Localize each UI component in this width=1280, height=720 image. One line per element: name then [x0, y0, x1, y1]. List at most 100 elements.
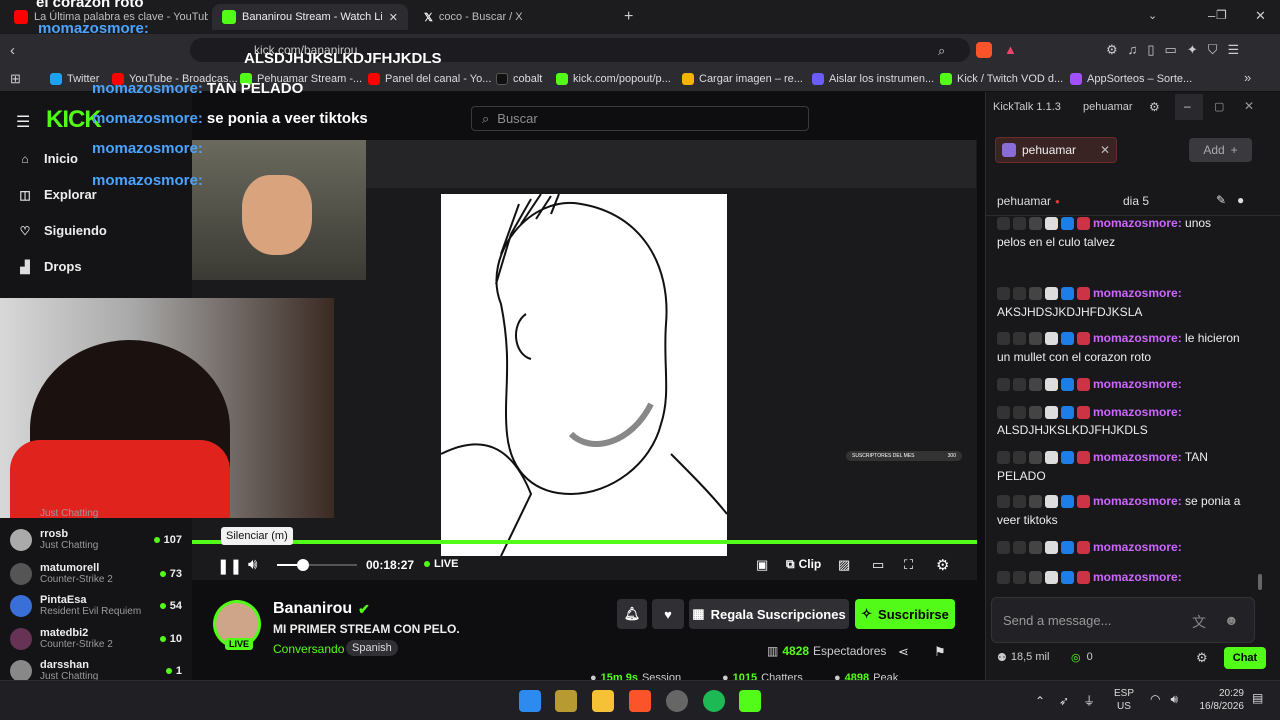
zoom-icon[interactable]: ⌕ — [938, 43, 945, 59]
translate-icon[interactable]: 文 — [1192, 612, 1206, 632]
emote-icon[interactable]: ☻ — [1224, 612, 1239, 628]
nav-explorar[interactable]: ◫ Explorar — [18, 187, 96, 202]
followed-channel-row[interactable]: matedbi2 Counter-Strike 2 10 — [10, 627, 182, 650]
settings-gear-icon[interactable]: ⚙ — [936, 556, 949, 574]
live-indicator[interactable]: LIVE — [424, 558, 458, 570]
kicktalk-settings-icon[interactable]: ⚙ — [1149, 100, 1160, 114]
add-channel-button[interactable]: Add + — [1189, 138, 1252, 162]
chat-username[interactable]: momazosmore: — [1093, 570, 1182, 584]
tab-x[interactable]: 𝕏 coco - Buscar / X — [414, 4, 614, 30]
new-tab-icon[interactable]: + — [624, 8, 633, 26]
bookmark-item[interactable]: cobalt — [496, 70, 542, 88]
extension-icons[interactable]: ⚙♫▯▭✦⛉☰ — [1106, 42, 1249, 58]
chat-username[interactable]: momazosmore: — [1093, 286, 1182, 300]
stream-title: MI PRIMER STREAM CON PELO. — [273, 622, 460, 636]
chat-message[interactable]: momazosmore: — [997, 375, 1242, 394]
chat-button[interactable]: Chat — [1224, 647, 1266, 669]
app-icon[interactable] — [555, 690, 577, 712]
followed-channel-row[interactable]: matumorell Counter-Strike 2 73 — [10, 562, 182, 585]
kicktalk-user[interactable]: pehuamar — [1083, 101, 1133, 113]
input-language[interactable]: ESP US — [1114, 687, 1134, 713]
chat-message[interactable]: momazosmore: le hicieron un mullet con e… — [997, 329, 1242, 367]
chat-username[interactable]: momazosmore: — [1093, 216, 1182, 230]
more-bookmarks-icon[interactable]: » — [1244, 70, 1251, 85]
search-input[interactable]: ⌕ Buscar — [471, 106, 809, 131]
chat-message[interactable]: momazosmore: se ponia a veer tiktoks — [997, 492, 1242, 530]
video-progress-bar[interactable] — [192, 540, 977, 544]
streamer-name[interactable]: Bananirou ✔ — [273, 600, 370, 618]
notifications-icon[interactable]: ▤ — [1252, 691, 1263, 705]
chat-message[interactable]: momazosmore: unos pelos en el culo talve… — [997, 214, 1242, 252]
miniplayer-icon[interactable]: ▭ — [872, 557, 884, 573]
notification-bell-button[interactable]: 🔔︎ — [617, 599, 647, 629]
stream-category[interactable]: Conversando — [273, 642, 344, 656]
captions-icon[interactable]: ▨ — [838, 557, 850, 573]
close-window-icon[interactable]: ✕ — [1255, 8, 1266, 24]
bookmark-item[interactable]: kick.com/popout/p... — [556, 70, 671, 88]
tab-kick[interactable]: Bananirou Stream - Watch Liv ✕ — [212, 4, 408, 30]
chat-scrollbar[interactable] — [1258, 574, 1262, 590]
chat-message[interactable]: ALSDJHJKSLKDJFHJKDLS — [997, 421, 1242, 440]
brave-rewards-icon[interactable]: ▲ — [1004, 42, 1017, 57]
kick-app-icon[interactable] — [739, 690, 761, 712]
chat-username[interactable]: momazosmore: — [1093, 405, 1182, 419]
clock[interactable]: 20:29 16/8/2026 — [1196, 687, 1245, 713]
nav-siguiendo[interactable]: ♡ Siguiendo — [18, 223, 107, 238]
system-tray-icons[interactable]: ⌃➶⏚ — [1035, 692, 1109, 709]
followed-channel-row[interactable]: rrosb Just Chatting 107 — [10, 528, 182, 551]
user-icon[interactable]: ● — [1237, 193, 1244, 207]
volume-slider-handle[interactable] — [297, 559, 309, 571]
chat-message[interactable]: momazosmore: — [997, 284, 1242, 303]
close-icon[interactable]: ✕ — [1244, 99, 1254, 113]
pin-icon[interactable]: ✎ — [1216, 193, 1226, 207]
windows-start-icon[interactable] — [519, 690, 541, 712]
file-explorer-icon[interactable] — [592, 690, 614, 712]
maximize-icon[interactable]: ▢ — [1214, 100, 1224, 113]
bookmark-item[interactable]: Cargar imagen – re... — [682, 70, 803, 88]
chat-settings-icon[interactable]: ⚙ — [1196, 650, 1208, 666]
brave-browser-icon[interactable] — [629, 690, 651, 712]
apps-grid-icon[interactable]: ⊞ — [10, 71, 21, 87]
pause-icon[interactable]: ❚❚ — [217, 557, 242, 575]
chat-username[interactable]: momazosmore: — [1093, 331, 1182, 345]
chat-message[interactable]: AKSJHDSJKDJHFDJKSLA — [997, 303, 1242, 322]
brave-shield-icon[interactable] — [976, 42, 992, 58]
bookmark-item[interactable]: Kick / Twitch VOD d... — [940, 70, 1063, 88]
chat-username[interactable]: momazosmore: — [1093, 540, 1182, 554]
menu-icon[interactable]: ☰ — [16, 112, 30, 132]
back-icon[interactable]: ‹ — [10, 42, 15, 59]
theater-mode-icon[interactable]: ▣ — [756, 557, 768, 573]
chat-message[interactable]: momazosmore: — [997, 403, 1242, 422]
maximize-icon[interactable]: ❐ — [1216, 8, 1227, 22]
obs-icon[interactable] — [666, 690, 688, 712]
spotify-icon[interactable] — [703, 690, 725, 712]
network-volume-icons[interactable]: ◠🔊︎ — [1150, 692, 1188, 707]
chat-username[interactable]: momazosmore: — [1093, 450, 1182, 464]
share-icon[interactable]: ⋖ — [898, 644, 909, 660]
minimize-icon[interactable]: – — [1184, 99, 1191, 113]
chat-message[interactable]: momazosmore: — [997, 538, 1242, 557]
clip-button[interactable]: ⧉ Clip — [786, 557, 821, 572]
chevron-down-icon[interactable]: ⌄ — [1148, 9, 1157, 22]
close-tab-icon[interactable]: ✕ — [389, 11, 398, 24]
chat-message[interactable]: momazosmore: TAN PELADO — [997, 448, 1242, 486]
channel-tab[interactable]: pehuamar ✕ — [995, 137, 1117, 163]
report-icon[interactable]: ⚑ — [934, 644, 946, 660]
followed-channel-row[interactable]: PintaEsa Resident Evil Requiem 54 — [10, 594, 182, 617]
gift-subs-button[interactable]: ▦ Regala Suscripciones — [689, 599, 849, 629]
follow-heart-button[interactable]: ♥ — [652, 599, 684, 629]
followed-channel-row[interactable]: darsshan Just Chatting 1 — [10, 659, 182, 682]
chat-username[interactable]: momazosmore: — [1093, 377, 1182, 391]
chat-message[interactable]: momazosmore: — [997, 568, 1242, 587]
subscribe-button[interactable]: ✧ Suscribirse — [855, 599, 955, 629]
chat-username[interactable]: momazosmore: — [1093, 494, 1182, 508]
bookmark-item[interactable]: AppSorteos – Sorte... — [1070, 70, 1192, 88]
followed-channel-row[interactable]: Just Chatting — [10, 508, 182, 519]
bookmark-item[interactable]: Panel del canal - Yo... — [368, 70, 491, 88]
fullscreen-icon[interactable]: ⛶ — [904, 557, 913, 573]
volume-icon[interactable]: 🔊︎ — [248, 556, 257, 573]
minimize-icon[interactable]: – — [1208, 8, 1215, 23]
nav-drops[interactable]: ▟ Drops — [18, 259, 81, 274]
language-tag[interactable]: Spanish — [346, 640, 398, 656]
bookmark-item[interactable]: Aislar los instrumen... — [812, 70, 934, 88]
